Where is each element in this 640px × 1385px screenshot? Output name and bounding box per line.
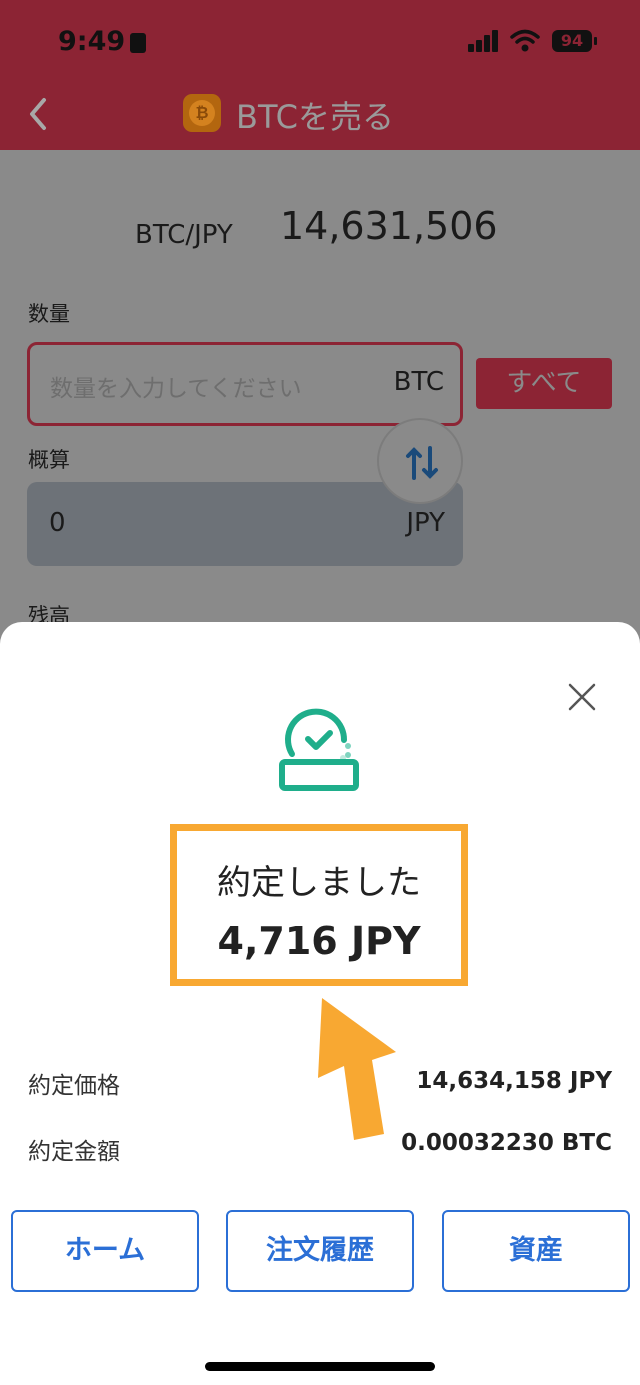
- order-complete-sheet: 約定しました 4,716 JPY 約定価格 14,634,158 JPY 約定金…: [0, 622, 640, 1385]
- back-chevron-icon[interactable]: [24, 94, 54, 134]
- person-badge-icon: [130, 33, 146, 53]
- status-bar: 9:49 94: [0, 0, 640, 80]
- estimate-value: 0: [49, 508, 66, 538]
- quantity-placeholder: 数量を入力してください: [50, 376, 302, 402]
- status-time: 9:49: [58, 26, 126, 57]
- battery-tip: [594, 37, 597, 45]
- order-history-button[interactable]: 注文履歴: [226, 1210, 414, 1292]
- nav-header: ₿ BTCを売る: [0, 80, 640, 150]
- swap-icon: [406, 446, 438, 480]
- all-button[interactable]: すべて: [476, 358, 612, 409]
- ticker-pair: BTC/JPY: [135, 220, 233, 250]
- home-indicator[interactable]: [205, 1362, 435, 1371]
- exec-price-value: 14,634,158 JPY: [416, 1068, 612, 1094]
- check-circle-icon: [279, 708, 359, 791]
- page-title: BTCを売る: [236, 98, 394, 136]
- signal-icon: [468, 30, 500, 52]
- sell-form-background: BTC/JPY 14,631,506 数量 数量を入力してください BTC すべ…: [0, 150, 640, 630]
- estimate-unit: JPY: [406, 508, 445, 538]
- swap-button[interactable]: [377, 418, 463, 504]
- quantity-unit: BTC: [393, 367, 444, 397]
- quantity-label: 数量: [28, 302, 70, 326]
- exec-price-label: 約定価格: [28, 1073, 120, 1099]
- estimate-label: 概算: [28, 448, 70, 472]
- wifi-icon: [510, 29, 540, 52]
- app-header-bar: 9:49 94 ₿ BTCを売る: [0, 0, 640, 150]
- battery-icon: 94: [552, 30, 592, 52]
- result-highlight-box: 約定しました 4,716 JPY: [170, 824, 468, 986]
- assets-button[interactable]: 資産: [442, 1210, 630, 1292]
- close-icon[interactable]: [565, 680, 599, 714]
- ticker-price: 14,631,506: [280, 204, 498, 248]
- bitcoin-icon: ₿: [183, 94, 221, 132]
- result-message: 約定しました: [217, 863, 421, 903]
- arrow-up-icon: [318, 998, 396, 1140]
- exec-amount-value: 0.00032230 BTC: [401, 1130, 612, 1156]
- exec-amount-label: 約定金額: [28, 1139, 120, 1165]
- result-amount: 4,716 JPY: [217, 919, 421, 963]
- home-button[interactable]: ホーム: [11, 1210, 199, 1292]
- quantity-input[interactable]: 数量を入力してください BTC: [27, 342, 463, 426]
